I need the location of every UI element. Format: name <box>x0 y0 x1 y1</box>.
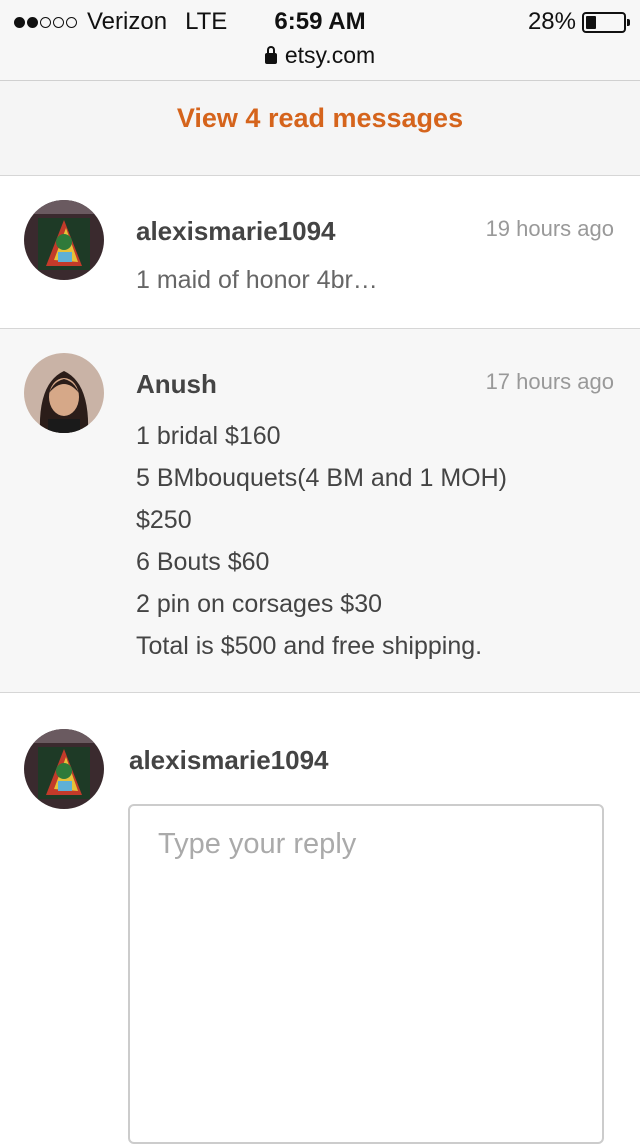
message-body: 1 bridal $160 5 BMbouquets(4 BM and 1 MO… <box>136 415 507 667</box>
status-bar: Verizon LTE 6:59 AM 28% etsy.com <box>0 0 640 81</box>
message-preview: 1 maid of honor 4br… <box>136 266 378 294</box>
address-bar[interactable]: etsy.com <box>0 42 640 69</box>
battery-percent: 28% <box>527 8 576 35</box>
message-line: 5 BMbouquets(4 BM and 1 MOH) <box>136 464 507 492</box>
reply-input[interactable] <box>128 804 604 1144</box>
message-line: Total is $500 and free shipping. <box>136 632 483 660</box>
message-time: 19 hours ago <box>485 216 614 241</box>
message-line: 1 bridal $160 <box>136 422 281 450</box>
message-line: $250 <box>136 506 192 534</box>
view-read-messages-link[interactable]: View 4 read messages <box>177 103 463 134</box>
battery-status: 28% <box>527 8 630 36</box>
reply-avatar <box>24 729 104 809</box>
avatar <box>24 353 104 433</box>
message-line: 2 pin on corsages $30 <box>136 590 383 618</box>
lock-icon <box>264 46 277 64</box>
message-item[interactable]: alexismarie1094 19 hours ago 1 maid of h… <box>0 176 640 329</box>
message-item[interactable]: Anush 17 hours ago 1 bridal $160 5 BMbou… <box>0 329 640 693</box>
message-sender: Anush <box>136 369 217 399</box>
battery-icon <box>582 11 630 33</box>
message-time: 17 hours ago <box>485 369 614 394</box>
reply-username: alexismarie1094 <box>129 745 329 775</box>
message-line: 6 Bouts $60 <box>136 548 270 576</box>
read-messages-banner: View 4 read messages <box>0 81 640 176</box>
url-text: etsy.com <box>284 42 376 68</box>
message-sender: alexismarie1094 <box>136 216 336 246</box>
avatar <box>24 200 104 280</box>
